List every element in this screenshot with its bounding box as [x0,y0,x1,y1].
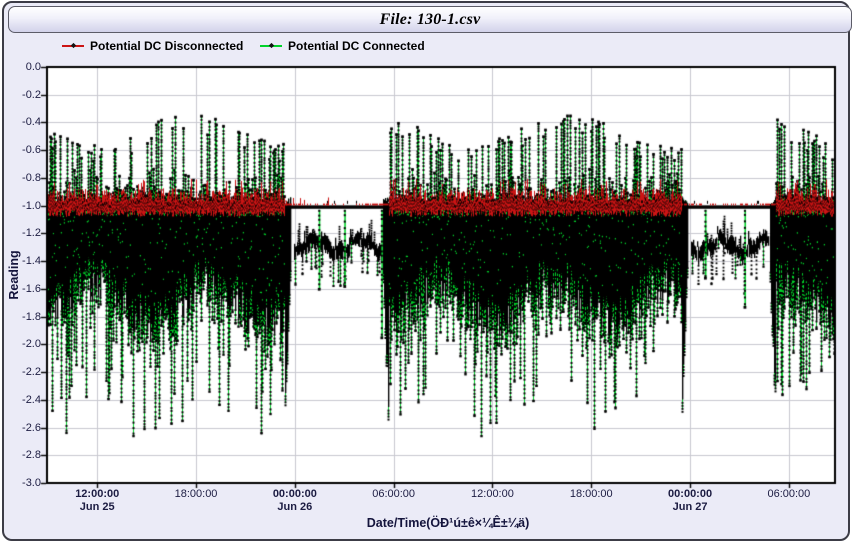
x-axis-title: Date/Time(ÖÐ¹ú±ê×¼Ê±¼ä) [367,516,530,530]
legend-item[interactable]: Potential DC Connected [260,39,425,53]
y-tick-label: -1.0 [1,200,41,212]
series-line-icon [260,45,282,47]
y-tick-label: -3.0 [1,477,41,489]
x-tick-label: 06:00:00 [747,488,831,501]
x-tick-time: 00:00:00 [648,488,732,501]
x-tick-time: 06:00:00 [352,488,436,501]
y-tick-label: -1.8 [1,311,41,323]
x-tick-time: 06:00:00 [747,488,831,501]
x-tick-time: 12:00:00 [450,488,534,501]
y-tick-label: -2.2 [1,366,41,378]
y-tick-label: -2.8 [1,449,41,461]
x-tick-label: 00:00:00Jun 27 [648,488,732,514]
x-tick-label: 18:00:00 [154,488,238,501]
legend-label: Potential DC Connected [288,39,425,53]
y-axis-title: Reading [7,250,21,299]
x-tick-label: 12:00:00 [450,488,534,501]
x-tick-time: 18:00:00 [154,488,238,501]
plot-canvas[interactable] [0,0,853,543]
series-marker-icon [269,43,274,48]
series-line-icon [62,45,84,47]
x-tick-label: 00:00:00Jun 26 [253,488,337,514]
legend-item[interactable]: Potential DC Disconnected [62,39,243,53]
x-tick-date: Jun 26 [253,501,337,514]
x-tick-time: 18:00:00 [549,488,633,501]
y-tick-label: -0.4 [1,116,41,128]
legend-label: Potential DC Disconnected [90,39,243,53]
y-tick-label: -2.0 [1,338,41,350]
x-tick-label: 18:00:00 [549,488,633,501]
y-tick-label: -2.4 [1,394,41,406]
x-tick-label: 06:00:00 [352,488,436,501]
x-tick-date: Jun 25 [55,501,139,514]
y-tick-label: -2.6 [1,422,41,434]
x-tick-date: Jun 27 [648,501,732,514]
x-tick-time: 00:00:00 [253,488,337,501]
x-tick-time: 12:00:00 [55,488,139,501]
y-tick-label: 0.0 [1,61,41,73]
y-tick-label: -1.2 [1,227,41,239]
x-tick-label: 12:00:00Jun 25 [55,488,139,514]
y-tick-label: -0.8 [1,172,41,184]
y-tick-label: -0.2 [1,89,41,101]
y-tick-label: -0.6 [1,144,41,156]
series-marker-icon [71,43,76,48]
